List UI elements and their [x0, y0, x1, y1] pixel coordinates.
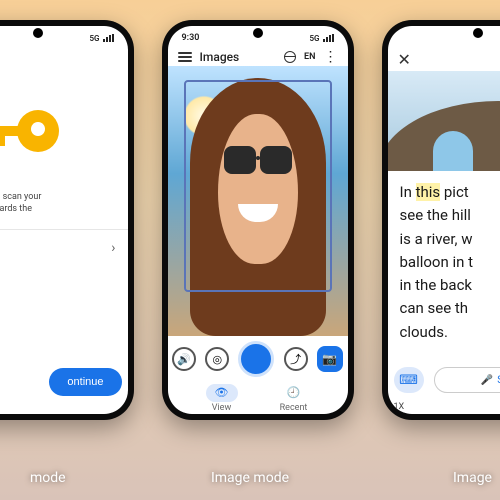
status-bar: 5G [0, 26, 128, 48]
guidance-row[interactable]: guidance › [0, 229, 128, 266]
images-header: Images EN ⋮ [168, 48, 348, 66]
caption-right: Image [453, 470, 492, 486]
camera-punch [473, 28, 483, 38]
clock: 9:30 [182, 33, 200, 43]
camera-viewport [168, 66, 348, 336]
phone-right: ✕ In this pict see the hill is a river, … [382, 20, 500, 420]
header-title: Images [200, 50, 277, 64]
status-bar [388, 26, 500, 48]
globe-icon[interactable] [284, 51, 296, 63]
upload-icon[interactable]: ⤴ [284, 347, 308, 371]
lang-label[interactable]: EN [304, 52, 315, 62]
page-title: Beta) [0, 48, 128, 71]
chevron-right-icon: › [111, 240, 115, 256]
phone-left: 5G Beta) rying to find, scan your des yo… [0, 20, 134, 420]
shutter-button[interactable] [238, 341, 274, 377]
description-text: rying to find, scan your des you towards… [0, 191, 128, 215]
sound-icon[interactable]: 🔊 [172, 347, 196, 371]
continue-button[interactable]: ontinue [49, 368, 121, 396]
more-icon[interactable]: ⋮ [324, 50, 338, 64]
mode-bar: 👁View 🕘Recent [168, 382, 348, 414]
keyboard-icon[interactable]: ⌨ [394, 367, 424, 393]
description-pane: In this pict see the hill is a river, w … [388, 171, 500, 360]
caption-center: Image mode [211, 470, 289, 486]
mode-icon[interactable]: ◎ [205, 347, 229, 371]
key-illustration [0, 71, 128, 191]
focus-frame [184, 80, 332, 292]
camera-controls: 🔊 ◎ ⤴ 📷 [168, 336, 348, 382]
caption-left: mode [30, 470, 66, 486]
result-image [388, 71, 500, 171]
mode-view[interactable]: 👁View [206, 384, 238, 413]
speak-button[interactable]: 🎤 Spe [434, 367, 500, 393]
zoom-level[interactable]: 1X [388, 400, 500, 414]
bottom-bar: ⌨ 🎤 Spe [388, 360, 500, 400]
phone-center: 9:30 5G Images EN ⋮ 🔊 ◎ [162, 20, 354, 420]
camera-icon[interactable]: 📷 [317, 346, 343, 372]
mode-recent[interactable]: 🕘Recent [278, 384, 310, 413]
close-icon[interactable]: ✕ [388, 48, 500, 71]
camera-punch [253, 28, 263, 38]
camera-punch [33, 28, 43, 38]
menu-icon[interactable] [178, 52, 192, 62]
